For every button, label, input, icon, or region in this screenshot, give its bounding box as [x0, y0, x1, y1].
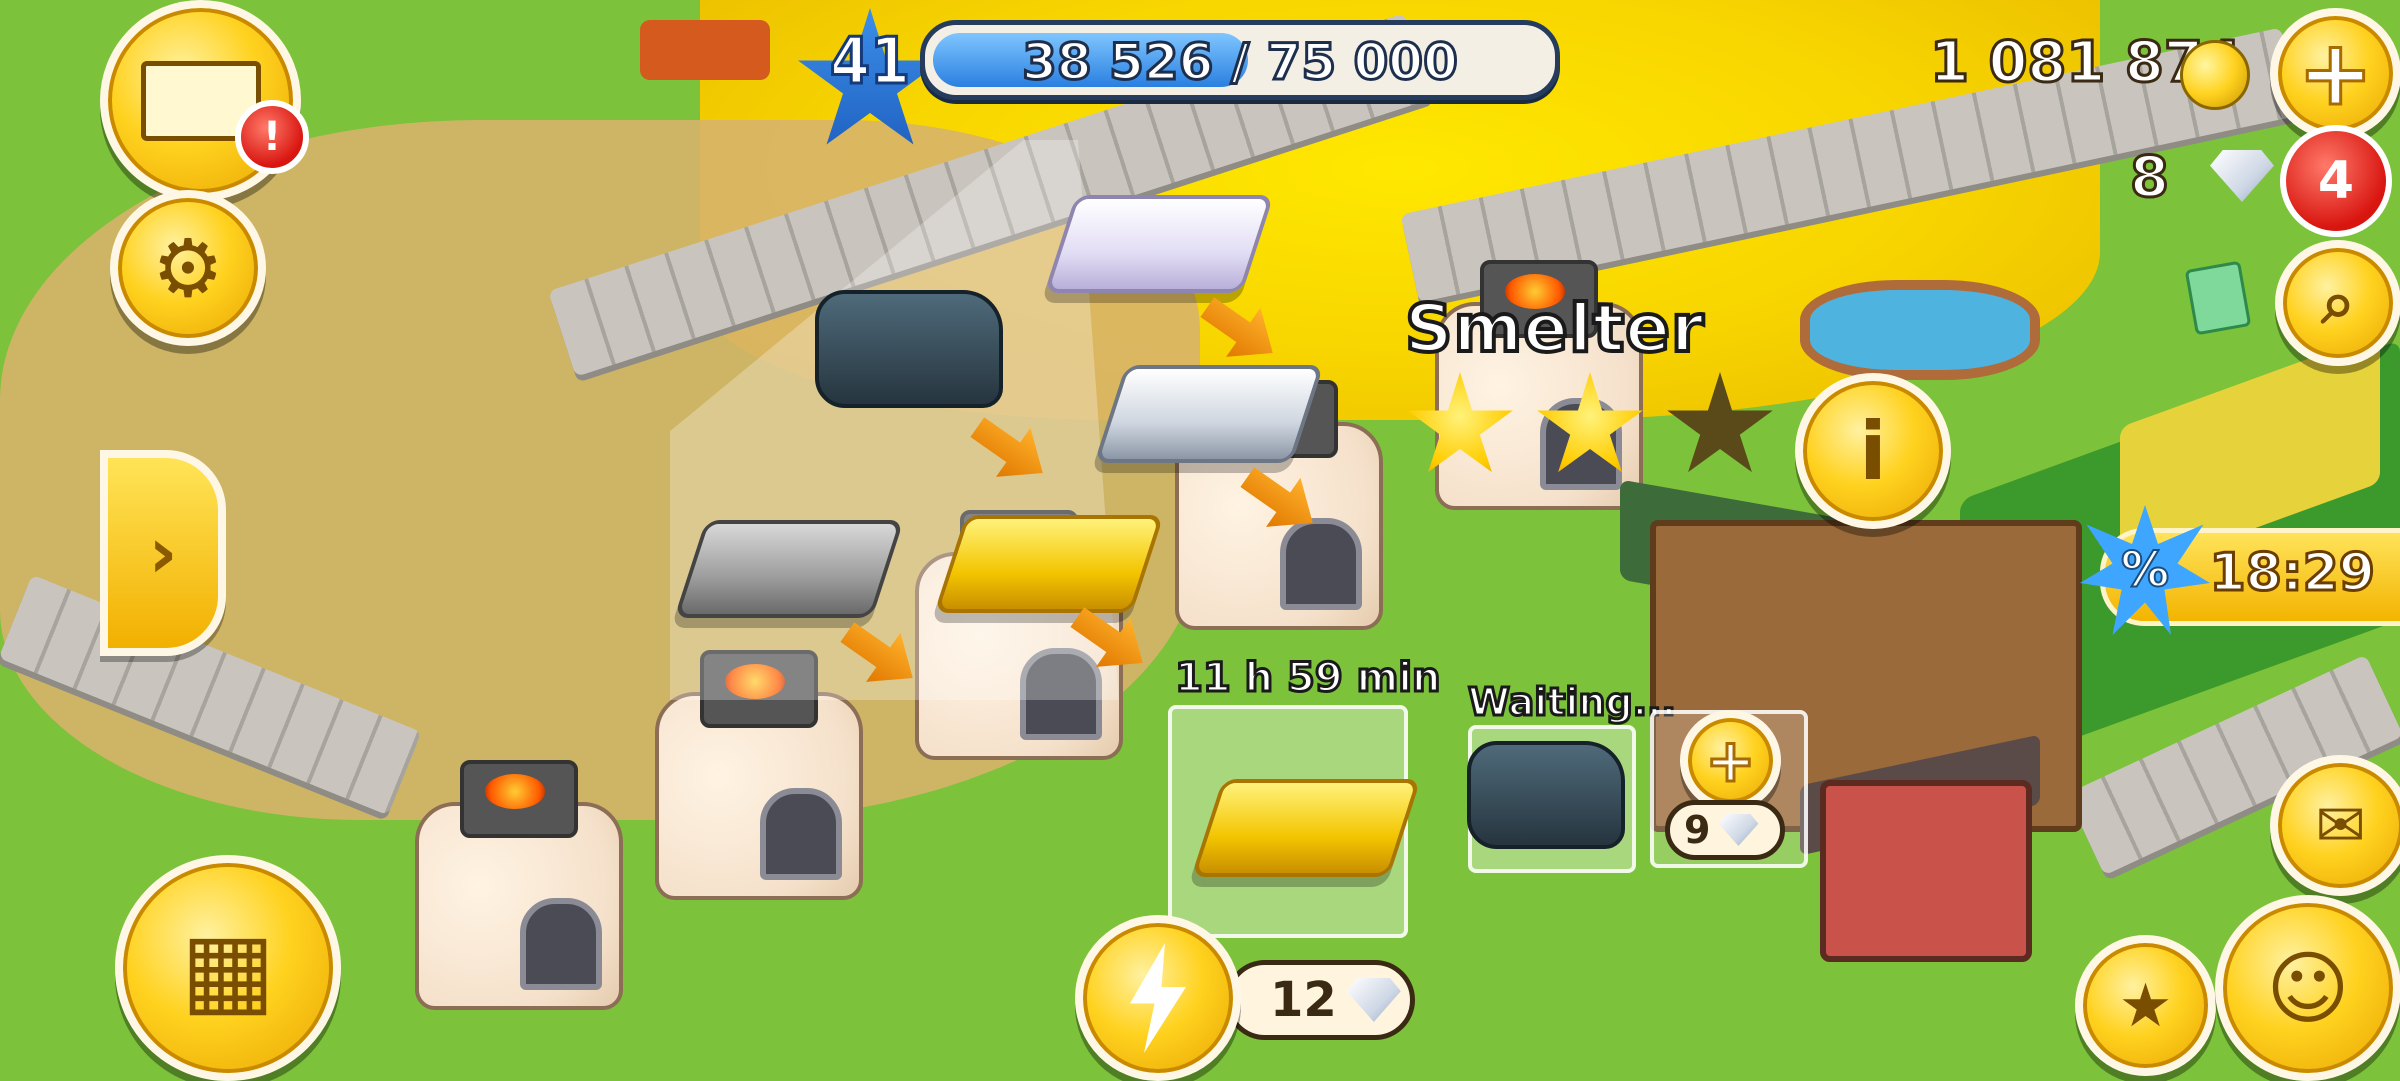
- silver-bar-product[interactable]: [1094, 365, 1324, 463]
- ticket-icon[interactable]: [2184, 260, 2252, 336]
- xp-progress-bar: 38 526 / 75 000: [920, 20, 1560, 100]
- gold-bar-icon: [1191, 779, 1421, 877]
- cards-icon: ★: [2118, 970, 2173, 1041]
- search-button[interactable]: ⌕: [2275, 240, 2400, 366]
- magnifier-icon: ⌕: [2321, 268, 2355, 338]
- expand-sidebar-button[interactable]: ›: [100, 450, 226, 656]
- iron-bar-product[interactable]: [674, 520, 904, 618]
- shop-button[interactable]: ▦: [115, 855, 341, 1081]
- crop-patch: [640, 20, 770, 80]
- cash-register-icon: ▦: [180, 909, 276, 1027]
- speed-up-button[interactable]: [1075, 915, 1241, 1081]
- chevron-right-icon: ›: [148, 512, 178, 594]
- unlock-slot-button[interactable]: +: [1680, 710, 1781, 811]
- gear-icon: ⚙: [152, 221, 224, 315]
- waiting-label: Waiting...: [1467, 679, 1678, 726]
- queue-slot-active[interactable]: [1168, 705, 1421, 938]
- mail-alert-badge: !: [235, 100, 309, 174]
- diamond-count: 8: [2129, 144, 2171, 212]
- iron-ore-product[interactable]: [815, 290, 1003, 408]
- info-button[interactable]: i: [1795, 373, 1951, 529]
- xp-text: 38 526 / 75 000: [1021, 32, 1460, 93]
- unlock-slot-cost[interactable]: 9: [1665, 800, 1785, 860]
- building-title: Smelter: [1403, 288, 1706, 369]
- map-button[interactable]: ✉: [2270, 755, 2400, 896]
- add-diamonds-button[interactable]: 4: [2280, 125, 2392, 237]
- iron-ore-icon: [1467, 741, 1625, 849]
- unlock-cost-value: 9: [1684, 808, 1711, 852]
- queue-slot-waiting[interactable]: [1467, 725, 1636, 873]
- settings-button[interactable]: ⚙: [110, 190, 266, 346]
- gold-bar-product[interactable]: [934, 515, 1164, 613]
- lightning-icon: [1130, 943, 1186, 1053]
- doghouse: [1820, 780, 2032, 962]
- coin-icon: [2180, 40, 2250, 110]
- platinum-bar-product[interactable]: [1044, 195, 1274, 293]
- smelter-building[interactable]: [400, 760, 630, 1010]
- player-level: 41: [828, 24, 911, 101]
- friends-button[interactable]: ☺: [2215, 895, 2400, 1081]
- diamond-icon: [1718, 814, 1759, 846]
- add-coins-button[interactable]: +: [2270, 8, 2400, 139]
- diamond-icon: [1346, 978, 1401, 1022]
- speed-up-cost-value: 12: [1270, 972, 1337, 1028]
- production-timer: 11 h 59 min: [1173, 654, 1441, 703]
- map-icon: ✉: [2315, 790, 2366, 861]
- sale-timer: 18:29: [2208, 542, 2377, 605]
- friends-icon: ☺: [2266, 941, 2350, 1035]
- speed-up-cost[interactable]: 12: [1225, 960, 1415, 1040]
- pond: [1800, 280, 2040, 380]
- cards-button[interactable]: ★: [2075, 935, 2216, 1076]
- info-icon: i: [1859, 404, 1887, 498]
